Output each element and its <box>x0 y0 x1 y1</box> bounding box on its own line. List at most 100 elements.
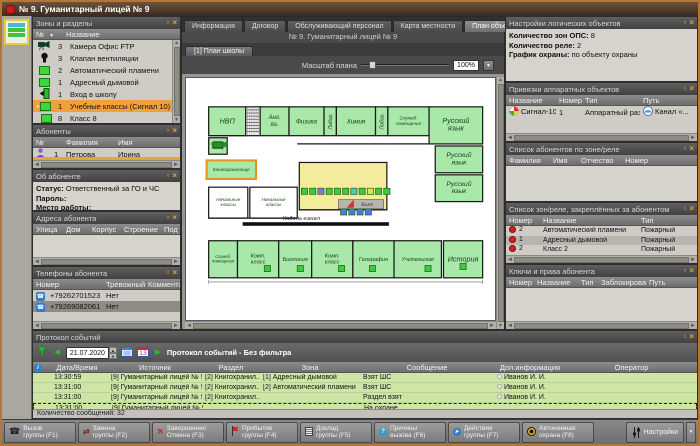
group-button-f8[interactable]: Автономнаяохрана (F8) <box>522 422 594 443</box>
settings-dropdown-button[interactable]: ▼ <box>686 422 696 443</box>
pin-icon[interactable]: ▫ <box>166 19 169 27</box>
column-header[interactable]: Тип <box>582 96 640 105</box>
close-icon[interactable]: × <box>689 19 694 27</box>
date-spinner[interactable]: ▲▼ <box>109 347 117 359</box>
pin-icon[interactable]: ▫ <box>683 145 686 153</box>
filter-icon[interactable] <box>37 344 48 362</box>
tab-информация[interactable]: Информация <box>184 20 243 32</box>
column-header[interactable]: Заблокирован <box>598 278 646 287</box>
close-icon[interactable]: × <box>172 19 177 27</box>
column-header[interactable]: Путь <box>640 96 697 105</box>
zone-tree-row[interactable]: 1Вход в школу <box>33 88 172 100</box>
tab-обслуживающий-персонал[interactable]: Обслуживающий персонал <box>287 20 391 32</box>
plan-room[interactable]: Учительская <box>394 241 441 278</box>
column-header[interactable]: Зона <box>260 363 360 372</box>
calendar-today-icon[interactable]: 13 <box>137 344 149 362</box>
pin-icon[interactable]: ▫ <box>166 127 169 135</box>
column-header[interactable]: Улица <box>33 225 63 234</box>
plan-vscrollbar[interactable]: ▲▼ <box>496 77 504 329</box>
plan-room[interactable]: Физика <box>289 107 324 136</box>
plan-room[interactable]: Начальныеклассы <box>209 187 248 218</box>
hardware-hscrollbar[interactable]: ◄► <box>506 133 697 141</box>
group-button-f7[interactable]: ▸Действиягруппы (F7) <box>448 422 520 443</box>
calendar-icon[interactable] <box>121 344 133 362</box>
column-header[interactable]: Раздел <box>202 363 260 372</box>
column-header[interactable]: Оператор <box>566 363 697 372</box>
plan-room[interactable]: НВП <box>209 107 246 136</box>
tab-договор[interactable]: Договор <box>244 20 286 32</box>
prev-day-button[interactable]: ◄ <box>52 348 62 358</box>
plan-hscrollbar[interactable]: ◄► <box>185 321 496 329</box>
pin-icon[interactable]: ▫ <box>683 205 686 213</box>
plan-room[interactable]: Лабор. <box>324 107 336 136</box>
subscriber-zone-row[interactable]: 2Класс 2Пожарный <box>506 245 697 255</box>
scale-slider[interactable] <box>361 60 449 70</box>
plan-room[interactable]: Комп.класс <box>238 241 279 278</box>
close-icon[interactable]: × <box>689 267 694 275</box>
subscriber-zones-hscrollbar[interactable]: ◄► <box>506 255 697 263</box>
column-header[interactable]: Комментарий <box>145 280 180 289</box>
column-header[interactable]: Дата/Время <box>46 363 108 372</box>
plan-room[interactable]: Начальныеклассы <box>250 187 297 218</box>
plan-room[interactable]: Лабор. <box>376 107 388 136</box>
group-button-f6[interactable]: ?Причинывызова (F6) <box>374 422 446 443</box>
plan-room[interactable]: Книгохранилище <box>207 160 256 179</box>
close-icon[interactable]: × <box>689 145 694 153</box>
event-row[interactable]: 13:31:00[9] Гуманитарный лицей № 9[2] Кн… <box>33 383 697 393</box>
scale-dropdown-button[interactable]: ▼ <box>483 60 494 71</box>
column-header[interactable]: Корпус <box>89 225 121 234</box>
plan-room[interactable]: Биология <box>279 241 312 278</box>
group-button-f4[interactable]: Прибытиегруппы (F4) <box>226 422 298 443</box>
close-icon[interactable]: × <box>172 214 177 222</box>
event-row[interactable]: 13:30:59[9] Гуманитарный лицей № 9[2] Кн… <box>33 373 697 383</box>
addresses-hscrollbar[interactable]: ◄► <box>33 257 180 265</box>
pin-icon[interactable]: ▫ <box>683 267 686 275</box>
column-header[interactable]: Номер <box>622 156 697 165</box>
column-header[interactable]: № ▼ <box>33 30 63 39</box>
column-header[interactable]: Номер <box>33 280 103 289</box>
subscribers-hscrollbar[interactable]: ◄► <box>33 160 180 168</box>
close-icon[interactable]: × <box>172 172 177 180</box>
hardware-row[interactable]: Сигнал-101Аппаратный разделКанал «... <box>506 106 697 118</box>
date-value[interactable]: 21.07.2020 <box>66 347 109 359</box>
column-header[interactable]: Дом <box>63 225 89 234</box>
zones-vscrollbar[interactable]: ▲▼ <box>172 40 180 123</box>
plan-room[interactable]: Химия <box>336 107 375 136</box>
close-icon[interactable]: × <box>172 269 177 277</box>
column-header[interactable]: Тревожный <box>103 280 145 289</box>
plan-room[interactable]: Комп.класс <box>312 241 353 278</box>
subscriber-zone-row[interactable]: 1Адресный дымовойПожарный <box>506 236 697 246</box>
close-icon[interactable]: × <box>689 333 694 341</box>
column-header[interactable]: Тип <box>638 216 697 225</box>
column-header[interactable]: Фамилия <box>506 156 550 165</box>
column-header[interactable]: Источник <box>108 363 202 372</box>
subscriber-row[interactable]: 1ПетроваИрина <box>33 148 180 157</box>
pin-icon[interactable]: ▫ <box>683 333 686 341</box>
zone-tree-row[interactable]: 1Адресный дымовой <box>33 76 172 88</box>
scale-slider-knob[interactable] <box>369 61 376 69</box>
group-button-f1[interactable]: ☎Вызовгруппы (F1) <box>4 422 76 443</box>
pin-icon[interactable]: ▫ <box>683 19 686 27</box>
column-header[interactable]: Тип <box>578 278 598 287</box>
date-picker[interactable]: 21.07.2020 ▲▼ <box>66 347 117 359</box>
subscriber-zone-row[interactable]: 2Автоматический пламениПожарный <box>506 226 697 236</box>
plan-room[interactable]: Русскийязык <box>429 107 483 144</box>
zone-tree-row[interactable]: 2Автоматический пламени <box>33 64 172 76</box>
plan-room[interactable]: Русскийязык <box>435 146 482 173</box>
column-header[interactable]: Под <box>161 225 180 234</box>
column-header[interactable]: Строение <box>121 225 161 234</box>
close-icon[interactable]: × <box>689 85 694 93</box>
plan-room[interactable]: Служеб.помещения <box>388 107 429 136</box>
keys-hscrollbar[interactable]: ◄► <box>506 321 697 329</box>
column-header[interactable]: № <box>33 138 63 147</box>
pin-icon[interactable]: ▫ <box>166 214 169 222</box>
column-header[interactable]: Номер <box>556 96 582 105</box>
group-button-f3[interactable]: ✕Завершение/Отмена (F3) <box>152 422 224 443</box>
close-icon[interactable]: × <box>172 127 177 135</box>
event-row[interactable]: 13:31:00[9] Гуманитарный лицей № 9[2] Кн… <box>33 393 697 403</box>
close-icon[interactable]: × <box>689 205 694 213</box>
plan-room[interactable]: История <box>444 241 483 278</box>
pin-icon[interactable]: ▫ <box>166 269 169 277</box>
group-button-f5[interactable]: Докладгруппы (F5) <box>300 422 372 443</box>
pin-icon[interactable]: ▫ <box>166 172 169 180</box>
